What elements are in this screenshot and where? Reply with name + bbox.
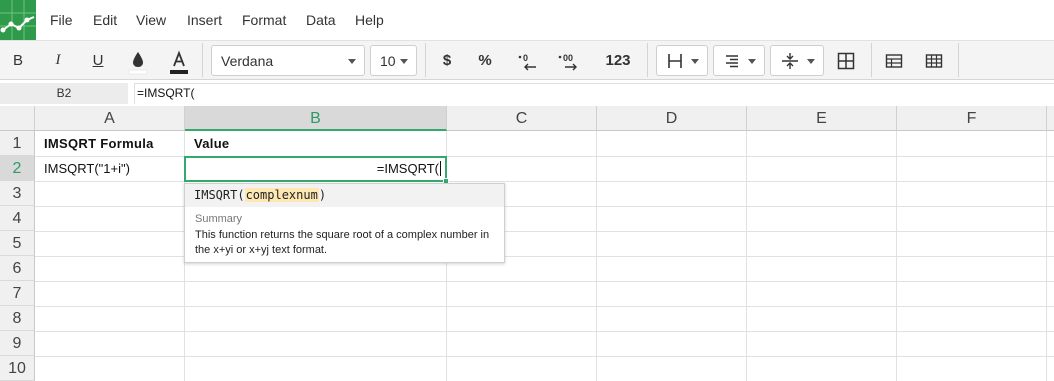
merge-cells-button[interactable] (832, 41, 860, 80)
font-family-select[interactable]: Verdana (211, 45, 365, 76)
number-format-button[interactable]: 123 (600, 41, 636, 80)
cell-a1[interactable]: IMSQRT Formula (35, 131, 184, 156)
chevron-down-icon (807, 59, 815, 64)
font-family-value: Verdana (221, 52, 274, 69)
font-size-select[interactable]: 10 (370, 45, 417, 76)
insert-column-button[interactable] (920, 41, 948, 80)
text-color-button[interactable] (166, 41, 192, 80)
chevron-down-icon (348, 59, 356, 64)
insert-row-icon (885, 53, 903, 68)
column-header-g[interactable] (1047, 106, 1054, 131)
fill-color-button[interactable] (125, 41, 151, 80)
row-header-7[interactable]: 7 (0, 281, 35, 306)
row-header-4[interactable]: 4 (0, 206, 35, 231)
align-right-icon (726, 55, 738, 68)
column-header-b[interactable]: B (185, 106, 447, 131)
row-header-9[interactable]: 9 (0, 331, 35, 356)
decrease-decimal-icon: 0 (518, 53, 536, 70)
underline-button[interactable]: U (84, 41, 112, 80)
column-header-d[interactable]: D (597, 106, 747, 131)
function-signature: IMSQRT(complexnum) (185, 184, 504, 207)
chevron-down-icon (691, 59, 699, 64)
formula-bar: B2 =IMSQRT( (0, 80, 1054, 106)
column-header-c[interactable]: C (447, 106, 597, 131)
cell-a2[interactable]: IMSQRT("1+i") (35, 156, 184, 181)
cell-b1[interactable]: Value (185, 131, 446, 156)
align-select[interactable] (713, 45, 765, 76)
app-logo (0, 0, 36, 40)
border-icon (668, 54, 682, 68)
font-size-value: 10 (380, 52, 396, 69)
row-header-10[interactable]: 10 (0, 356, 35, 381)
menu-help[interactable]: Help (355, 12, 384, 28)
column-header-f[interactable]: F (897, 106, 1047, 131)
row-header-8[interactable]: 8 (0, 306, 35, 331)
row-header-5[interactable]: 5 (0, 231, 35, 256)
formula-input[interactable]: =IMSQRT( (134, 83, 1054, 104)
menu-view[interactable]: View (136, 12, 166, 28)
logo-icon (0, 0, 36, 40)
decrease-decimal-button[interactable]: 0 (513, 41, 543, 80)
increase-decimal-button[interactable]: 00 (554, 41, 584, 80)
row-header-1[interactable]: 1 (0, 131, 35, 156)
active-cell-editor[interactable]: =IMSQRT( (184, 156, 447, 182)
row-header-6[interactable]: 6 (0, 256, 35, 281)
menu-insert[interactable]: Insert (187, 12, 222, 28)
paint-bucket-icon (128, 51, 148, 74)
italic-button[interactable]: I (44, 41, 72, 80)
function-argument: complexnum (244, 188, 319, 202)
toolbar: B I U Verdana 10 $ % 0 00 123 (0, 40, 1054, 80)
borders-select[interactable] (656, 45, 708, 76)
menu-file[interactable]: File (50, 12, 73, 28)
select-all-corner[interactable] (0, 106, 35, 131)
menu-format[interactable]: Format (242, 12, 286, 28)
chevron-down-icon (748, 59, 756, 64)
svg-text:00: 00 (563, 53, 573, 63)
bold-button[interactable]: B (4, 41, 32, 80)
function-description: This function returns the square root of… (195, 229, 490, 256)
function-tooltip: IMSQRT(complexnum) Summary This function… (184, 183, 505, 263)
insert-row-button[interactable] (880, 41, 908, 80)
increase-decimal-icon: 00 (558, 53, 577, 70)
row-header-3[interactable]: 3 (0, 181, 35, 206)
text-color-icon (170, 49, 188, 74)
svg-text:0: 0 (523, 53, 528, 63)
currency-format-button[interactable]: $ (434, 41, 460, 80)
cell-b2-input[interactable]: =IMSQRT( (377, 159, 441, 179)
column-header-a[interactable]: A (35, 106, 185, 131)
vertical-align-select[interactable] (770, 45, 824, 76)
function-name: IMSQRT( (194, 188, 245, 202)
menu-edit[interactable]: Edit (93, 12, 117, 28)
menu-data[interactable]: Data (306, 12, 336, 28)
percent-format-button[interactable]: % (472, 41, 498, 80)
chevron-down-icon (400, 59, 408, 64)
function-close-paren: ) (318, 188, 327, 202)
summary-label: Summary (195, 213, 243, 225)
insert-column-icon (925, 53, 943, 68)
vertical-align-icon (782, 53, 798, 69)
menu-bar: File Edit View Insert Format Data Help (0, 0, 1054, 40)
name-box[interactable]: B2 (0, 83, 128, 104)
row-header-2[interactable]: 2 (0, 156, 35, 181)
column-header-e[interactable]: E (747, 106, 897, 131)
merge-cells-icon (837, 52, 855, 69)
